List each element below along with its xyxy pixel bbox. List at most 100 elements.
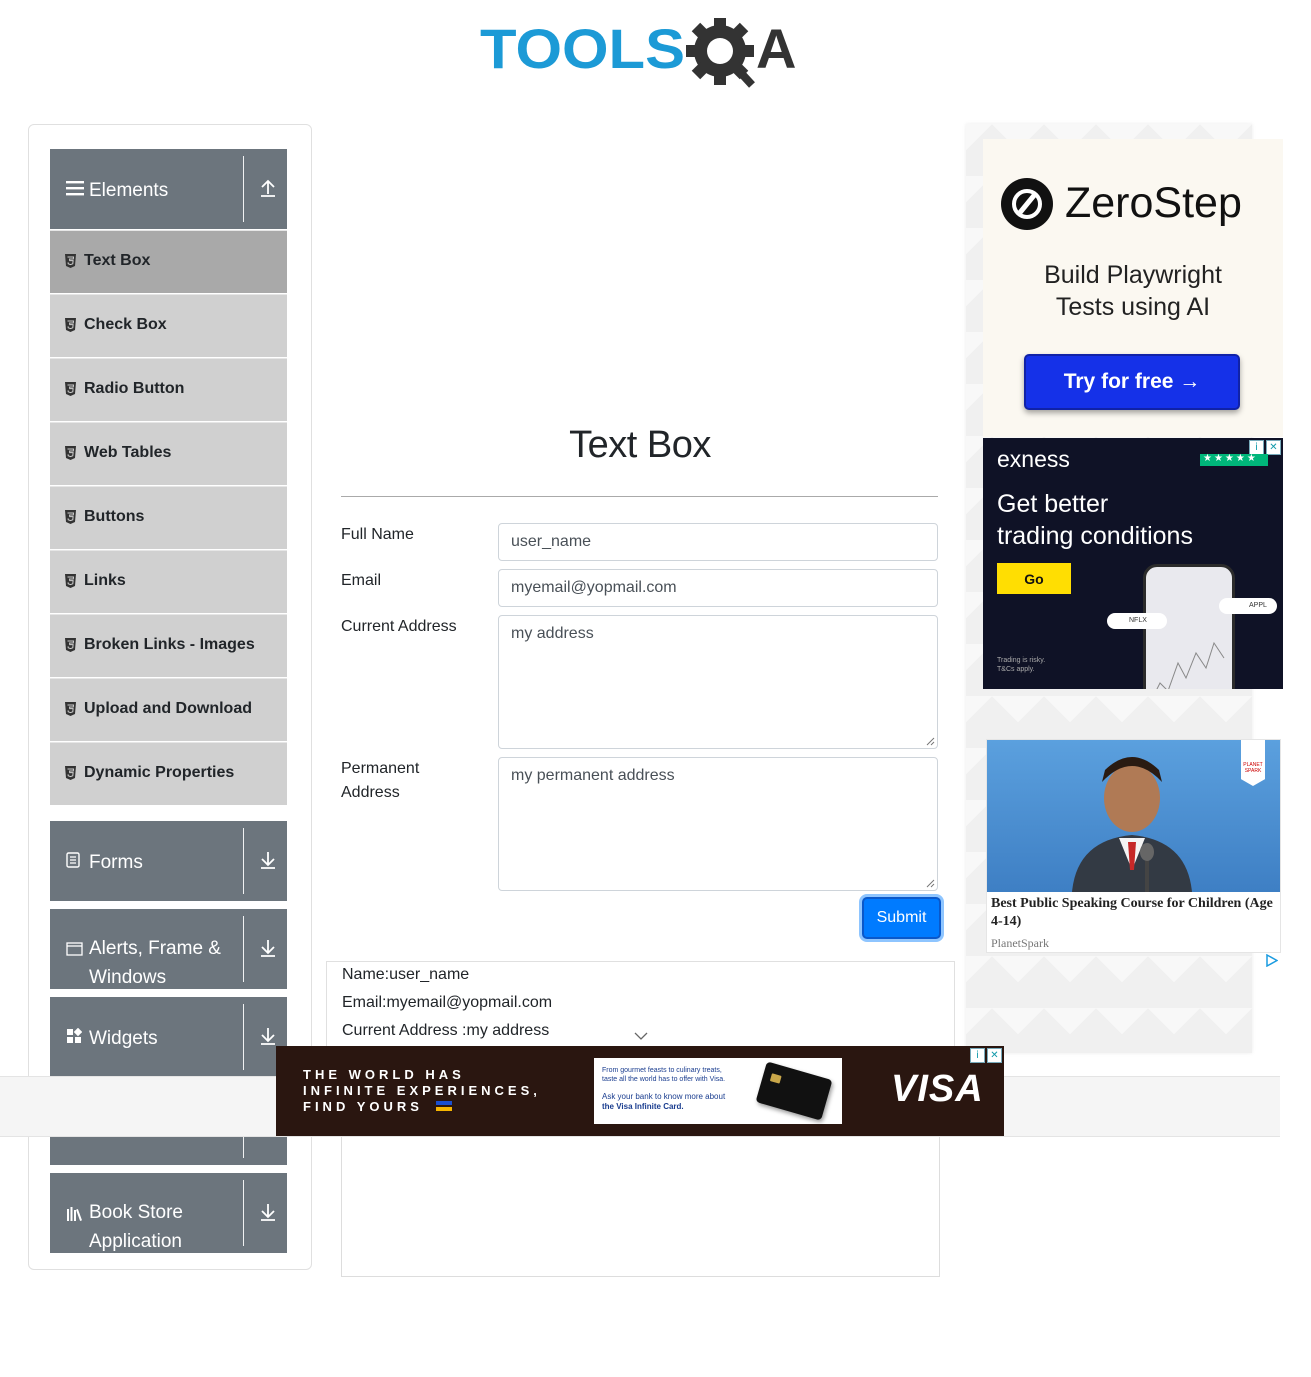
current-address-textarea[interactable]: my address: [498, 615, 938, 749]
ticker-appl: APPL: [1219, 598, 1277, 614]
sidebar-item-label: Radio Button: [84, 380, 185, 397]
close-icon[interactable]: ✕: [1266, 440, 1281, 455]
sidebar-item-label: Web Tables: [84, 444, 172, 461]
permanent-address-label-line2: Address: [341, 784, 400, 801]
permanent-address-value: my permanent address: [511, 767, 675, 784]
sidebar-group-book-store[interactable]: Book Store Application: [50, 1173, 287, 1253]
sidebar-item-upload-download[interactable]: Upload and Download: [50, 678, 287, 741]
sidebar-item-text-box[interactable]: Text Box: [50, 230, 287, 293]
exness-brand: exness: [997, 446, 1070, 472]
sidebar-group-elements[interactable]: Elements: [50, 149, 287, 229]
exness-line1: Get better: [997, 490, 1109, 518]
sidebar-item-radio-button[interactable]: Radio Button: [50, 358, 287, 421]
upload-arrow-icon[interactable]: [258, 177, 278, 199]
window-icon: [66, 941, 83, 961]
ticker-nflx: NFLX: [1107, 613, 1167, 629]
output-current-address: Current Address :my address: [342, 1022, 550, 1039]
planetspark-logo: PLANET SPARK: [1241, 740, 1265, 786]
download-arrow-icon[interactable]: [258, 1025, 278, 1047]
toolsqa-logo[interactable]: TOOLS A: [480, 17, 810, 90]
email-input[interactable]: myemail@yopmail.com: [498, 569, 938, 607]
zerostep-ad[interactable]: ZeroStep Build Playwright Tests using AI…: [983, 139, 1283, 437]
hamburger-icon: [66, 180, 84, 201]
html5-icon: [65, 318, 76, 332]
widgets-icon: [66, 1027, 83, 1049]
submit-button[interactable]: Submit: [862, 897, 941, 939]
sidebar-group-label: Alerts, Frame &: [89, 938, 221, 959]
visa-info-panel: From gourmet feasts to culinary treats, t…: [594, 1058, 842, 1124]
planetspark-source: PlanetSpark: [991, 936, 1049, 950]
chevron-down-icon[interactable]: [634, 1032, 648, 1041]
zerostep-logo-icon: [1001, 178, 1053, 230]
exness-ad[interactable]: i ✕ exness ★★★★★ Get better trading condi…: [983, 438, 1283, 689]
divider: [243, 1180, 244, 1246]
sidebar-group-forms[interactable]: Forms: [50, 821, 287, 901]
zerostep-cta-button[interactable]: Try for free →: [1024, 354, 1240, 410]
logo-text-tools: TOOLS: [480, 18, 685, 80]
sidebar-item-web-tables[interactable]: Web Tables: [50, 422, 287, 485]
adchoices-icon[interactable]: [1265, 954, 1278, 967]
rating-stars-icon: ★★★★★: [1200, 453, 1268, 466]
planetspark-logo-line2: SPARK: [1244, 768, 1262, 774]
output-name: Name:user_name: [342, 966, 470, 983]
gear-icon: [686, 17, 755, 88]
sidebar-group-label-line2: Windows: [89, 967, 167, 988]
html5-icon: [65, 702, 76, 716]
sidebar-group-widgets[interactable]: Widgets: [50, 997, 287, 1077]
close-icon[interactable]: ✕: [987, 1048, 1002, 1063]
full-name-input[interactable]: user_name: [498, 523, 938, 561]
sidebar-item-label: Upload and Download: [84, 700, 252, 717]
html5-icon: [65, 254, 76, 268]
sidebar-item-label: Check Box: [84, 316, 167, 333]
download-arrow-icon[interactable]: [258, 849, 278, 871]
visa-logo: VISA: [891, 1068, 984, 1110]
resize-handle-icon[interactable]: [926, 737, 935, 746]
output-box-lower: [341, 1134, 940, 1277]
download-arrow-icon[interactable]: [258, 1201, 278, 1223]
visa-headline-3: FIND YOURS: [303, 1099, 423, 1114]
full-name-label: Full Name: [341, 526, 414, 543]
sidebar-item-broken-links[interactable]: Broken Links - Images: [50, 614, 287, 677]
divider: [243, 916, 244, 982]
sidebar-item-buttons[interactable]: Buttons: [50, 486, 287, 549]
info-icon[interactable]: i: [970, 1048, 985, 1063]
planetspark-ad[interactable]: PLANET SPARK Best Public Speaking Course …: [986, 739, 1281, 953]
sidebar-item-links[interactable]: Links: [50, 550, 287, 613]
html5-icon: [65, 574, 76, 588]
logo-text-a: A: [756, 18, 796, 80]
child-speaker-image: [987, 740, 1280, 892]
sidebar-item-dynamic-properties[interactable]: Dynamic Properties: [50, 742, 287, 805]
sidebar-group-label: Widgets: [89, 1028, 158, 1049]
visa-card-text-3: Ask your bank to know more about: [602, 1092, 726, 1101]
html5-icon: [65, 638, 76, 652]
visa-card-text-2: taste all the world has to offer with Vi…: [602, 1076, 726, 1083]
divider: [243, 828, 244, 894]
sidebar-item-check-box[interactable]: Check Box: [50, 294, 287, 357]
exness-go-button[interactable]: Go: [997, 563, 1071, 594]
document-icon: [66, 852, 80, 873]
zerostep-brand: ZeroStep: [1065, 179, 1242, 227]
resize-handle-icon[interactable]: [926, 879, 935, 888]
divider: [243, 156, 244, 222]
visa-ad[interactable]: i ✕ THE WORLD HAS INFINITE EXPERIENCES, F…: [276, 1046, 1004, 1136]
html5-icon: [65, 510, 76, 524]
output-email: Email:myemail@yopmail.com: [342, 994, 553, 1011]
planetspark-title[interactable]: Best Public Speaking Course for Children…: [991, 895, 1279, 931]
visa-stripe-icon: [436, 1101, 452, 1111]
visa-headline-1: THE WORLD HAS: [303, 1067, 465, 1082]
html5-icon: [65, 766, 76, 780]
sidebar-group-label: Elements: [89, 180, 169, 201]
permanent-address-textarea[interactable]: my permanent address: [498, 757, 938, 891]
output-box: Name:user_name Email:myemail@yopmail.com…: [326, 961, 955, 1050]
email-label: Email: [341, 572, 382, 589]
divider: [243, 1004, 244, 1070]
sidebar-group-label-line2: Application: [89, 1231, 182, 1252]
sidebar-item-label: Buttons: [84, 508, 145, 525]
sidebar-group-alerts[interactable]: Alerts, Frame & Windows: [50, 909, 287, 989]
visa-card-text-4: the Visa Infinite Card.: [602, 1102, 684, 1111]
current-address-label: Current Address: [341, 618, 457, 635]
page-title: Text Box: [569, 424, 711, 466]
ad-choices[interactable]: i ✕: [970, 1048, 1002, 1063]
download-arrow-icon[interactable]: [258, 937, 278, 959]
zerostep-line1: Build Playwright: [1044, 261, 1222, 289]
